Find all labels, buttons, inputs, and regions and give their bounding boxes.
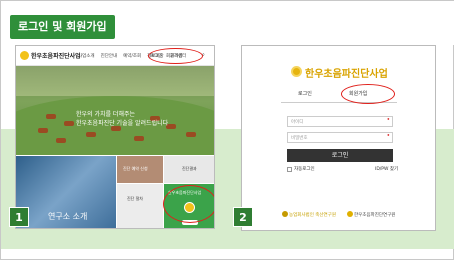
cattle-image <box>56 138 66 143</box>
nav-item[interactable]: 예약/조회 <box>123 53 141 59</box>
highlight-login-join <box>148 48 203 64</box>
footer-org-right: 한우초음파진단연구원 <box>354 213 396 218</box>
step-badge-2: 2 <box>233 207 253 227</box>
reservation-tile[interactable]: 진단 예약 신청 <box>117 156 163 183</box>
cattle-image <box>186 132 196 137</box>
logo-icon <box>20 51 29 60</box>
procedure-tile[interactable]: 진단 절차 <box>117 184 163 228</box>
site-logo-text[interactable]: 한우초음파진단사업 <box>31 51 81 60</box>
hero-headline: 한우의 가치를 더해주는 <box>76 111 136 118</box>
login-screenshot: 한우초음파진단사업 로그인 회원가입 아이디 • 비밀번호 • 로그인 자동로그… <box>241 45 436 231</box>
footer-org-left: 농업회사법인 축산연구원 <box>289 213 336 218</box>
password-input[interactable]: 비밀번호 • <box>287 132 393 143</box>
password-placeholder: 비밀번호 <box>291 136 308 141</box>
auto-login-checkbox[interactable] <box>287 167 292 172</box>
cattle-image <box>46 114 56 119</box>
required-mark: • <box>386 133 390 139</box>
login-page-title: 한우초음파진단사업 <box>305 69 388 80</box>
page-title: 로그인 및 회원가입 <box>10 15 115 39</box>
tile-label: 진단 예약 신청 <box>123 166 148 171</box>
id-placeholder: 아이디 <box>291 120 304 125</box>
tab-login[interactable]: 로그인 <box>298 90 312 97</box>
required-mark: • <box>386 117 390 123</box>
nav-item[interactable]: 사업소개 <box>78 53 95 59</box>
hero-subheadline: 한우초음파진단 기술을 알려드립니다 <box>76 120 169 127</box>
step-badge-1: 1 <box>9 207 29 227</box>
login-button[interactable]: 로그인 <box>287 149 393 162</box>
result-tile[interactable]: 진단결과 <box>164 156 214 183</box>
tile-label: 진단 절차 <box>127 196 143 201</box>
cattle-image <box>64 121 74 126</box>
tile-label: 진단결과 <box>182 166 197 171</box>
logo-icon <box>282 211 288 217</box>
auto-login-label: 자동로그인 <box>294 167 315 172</box>
lab-intro-tile[interactable]: 연구소 소개 <box>16 156 116 228</box>
slide-header: 로그인 및 회원가입 <box>1 1 454 45</box>
highlight-service-tile <box>163 185 214 223</box>
cattle-image <box>38 128 48 133</box>
slide-canvas: 로그인 및 회원가입 한우초음파진단사업 사업소개 진단안내 예약/조회 정보마… <box>0 0 454 260</box>
homepage-screenshot: 한우초음파진단사업 사업소개 진단안내 예약/조회 정보마당 고객센터 로그인 … <box>15 45 215 229</box>
nav-item[interactable]: 진단안내 <box>101 53 118 59</box>
cattle-image <box>134 136 144 141</box>
logo-icon <box>291 66 302 77</box>
find-idpw-link[interactable]: ID/PW 찾기 <box>375 166 398 172</box>
hero-banner: 한우의 가치를 더해주는 한우초음파진단 기술을 알려드립니다 <box>16 66 214 155</box>
logo-icon <box>347 211 353 217</box>
tile-label: 연구소 소개 <box>48 212 88 221</box>
id-input[interactable]: 아이디 • <box>287 116 393 127</box>
highlight-join-tab <box>341 84 395 104</box>
cattle-image <box>86 132 96 137</box>
